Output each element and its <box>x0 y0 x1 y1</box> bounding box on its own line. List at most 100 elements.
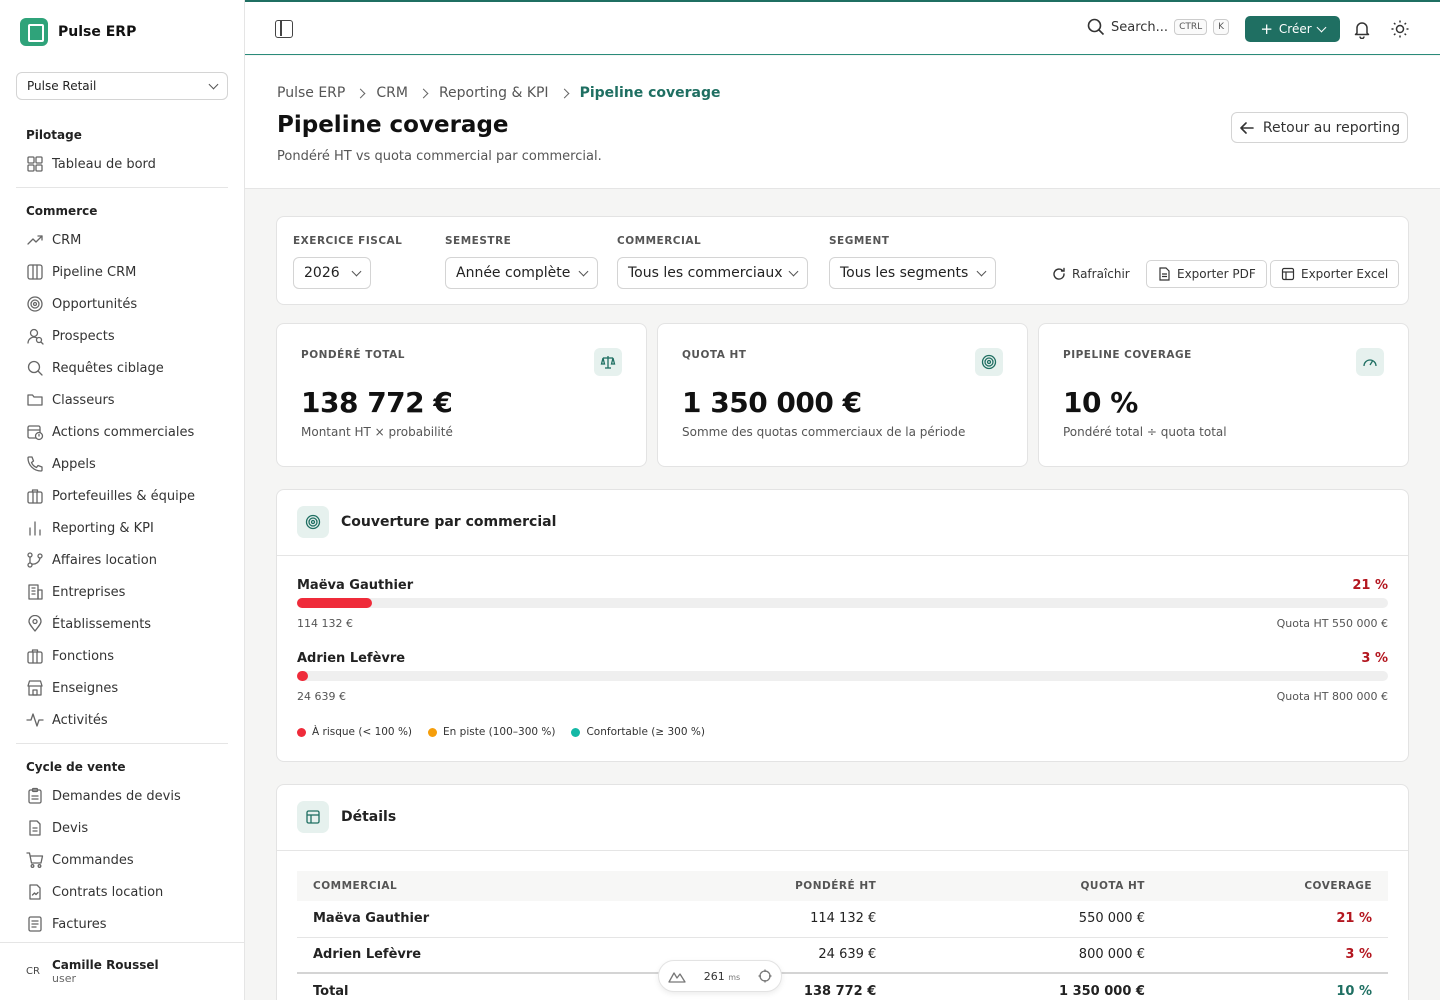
semester-label: SEMESTRE <box>445 235 512 247</box>
sidebar-item[interactable]: Demandes de devis <box>16 780 228 812</box>
sidebar-item[interactable]: Commandes <box>16 844 228 876</box>
sidebar-item[interactable]: Fonctions <box>16 640 228 672</box>
sidebar-item[interactable]: Pipeline CRM <box>16 256 228 288</box>
phone-icon <box>26 455 44 473</box>
progress-track <box>297 598 1388 608</box>
chevron-right-icon <box>355 88 366 98</box>
semester-value: Année complète <box>456 265 571 281</box>
sidebar-item-label: CRM <box>52 232 82 248</box>
sidebar-item[interactable]: Tableau de bord <box>16 148 228 180</box>
sidebar: Pulse ERP Pulse Retail Pilotage Tableau d… <box>0 0 245 1000</box>
cell-coverage: 21 % <box>1160 901 1388 938</box>
legend-dot <box>571 727 581 737</box>
legend-item: Confortable (≥ 300 %) <box>571 726 705 738</box>
target-icon <box>26 295 44 313</box>
back-to-reporting-button[interactable]: Retour au reporting <box>1231 112 1408 143</box>
theme-sun-icon[interactable] <box>1390 19 1410 39</box>
table-row[interactable]: Maëva Gauthier 114 132 € 550 000 € 21 % <box>297 901 1388 938</box>
sidebar-item[interactable]: Activités <box>16 704 228 736</box>
rep-coverage-percent: 21 % <box>1352 578 1388 593</box>
kpi-label: PIPELINE COVERAGE <box>1063 349 1192 361</box>
export-pdf-button[interactable]: Exporter PDF <box>1146 260 1267 288</box>
sidebar-item[interactable]: Affaires location <box>16 544 228 576</box>
sales-rep-label: COMMERCIAL <box>617 235 702 247</box>
refresh-button[interactable]: Rafraîchir <box>1042 260 1140 288</box>
legend-dot <box>297 727 306 737</box>
sidebar-item-label: Prospects <box>52 328 115 344</box>
folder-icon <box>26 391 44 409</box>
chevron-down-icon <box>976 266 987 276</box>
sidebar-item[interactable]: Devis <box>16 812 228 844</box>
breadcrumb-current: Pipeline coverage <box>579 85 721 101</box>
sidebar-item[interactable]: Reporting & KPI <box>16 512 228 544</box>
sidebar-item[interactable]: Entreprises <box>16 576 228 608</box>
bell-icon[interactable] <box>1352 19 1372 39</box>
cell-weighted: 114 132 € <box>634 901 893 938</box>
sidebar-item[interactable]: Établissements <box>16 608 228 640</box>
column-header[interactable]: QUOTA HT <box>892 871 1161 901</box>
breadcrumb-item[interactable]: Pulse ERP <box>277 85 345 101</box>
sidebar-item[interactable]: Requêtes ciblage <box>16 352 228 384</box>
chevron-down-icon <box>351 266 362 276</box>
user-profile[interactable]: CR Camille Roussel user <box>0 942 244 1000</box>
kpi-description: Somme des quotas commerciaux de la pério… <box>682 425 966 439</box>
table-row[interactable]: Adrien Lefèvre 24 639 € 800 000 € 3 % <box>297 937 1388 974</box>
legend-label: En piste (100–300 %) <box>443 726 556 738</box>
company-select[interactable]: Pulse Retail <box>16 72 228 100</box>
rep-coverage-percent: 3 % <box>1361 651 1388 666</box>
semester-select[interactable]: Année complète <box>445 257 598 289</box>
column-header[interactable]: PONDÉRÉ HT <box>634 871 893 901</box>
dashboard-icon <box>26 155 44 173</box>
map-pin-icon <box>26 614 44 633</box>
sidebar-item[interactable]: Portefeuilles & équipe <box>16 480 228 512</box>
sidebar-item[interactable]: Classeurs <box>16 384 228 416</box>
nav-divider <box>16 743 228 744</box>
breadcrumb-item[interactable]: Reporting & KPI <box>439 85 549 101</box>
briefcase-icon <box>26 487 44 505</box>
column-header[interactable]: COMMERCIAL <box>297 871 635 901</box>
filters-card: EXERCICE FISCAL 2026 SEMESTRE Année comp… <box>276 216 1409 305</box>
sidebar-item[interactable]: Opportunités <box>16 288 228 320</box>
sidebar-item-label: Affaires location <box>52 552 157 568</box>
bar-chart-icon <box>26 519 44 537</box>
perf-timing: 261 ms <box>704 970 740 983</box>
fiscal-year-select[interactable]: 2026 <box>293 257 371 289</box>
section-title: Détails <box>341 809 397 825</box>
table-icon <box>297 801 329 833</box>
perf-widget[interactable]: 261 ms <box>658 960 782 992</box>
activity-icon <box>26 711 44 729</box>
sidebar-item[interactable]: Appels <box>16 448 228 480</box>
sidebar-item[interactable]: Actions commerciales <box>16 416 228 448</box>
nav-section-title: Pilotage <box>26 128 82 142</box>
search-button[interactable]: Search... CTRL K <box>1087 18 1230 36</box>
crosshair-icon[interactable] <box>758 969 772 983</box>
segment-select[interactable]: Tous les segments <box>829 257 996 289</box>
page-subtitle: Pondéré HT vs quota commercial par comme… <box>277 149 602 164</box>
git-branch-icon <box>26 551 44 569</box>
brand-name: Pulse ERP <box>58 24 137 40</box>
breadcrumb-item[interactable]: CRM <box>376 85 408 101</box>
export-pdf-label: Exporter PDF <box>1177 267 1256 281</box>
brand[interactable]: Pulse ERP <box>20 18 136 46</box>
column-header[interactable]: COVERAGE <box>1160 871 1388 901</box>
sidebar-item[interactable]: Factures <box>16 908 228 940</box>
coverage-legend: À risque (< 100 %) En piste (100–300 %) … <box>297 726 705 738</box>
store-icon <box>26 679 44 697</box>
sidebar-item[interactable]: Enseignes <box>16 672 228 704</box>
sidebar-item[interactable]: Prospects <box>16 320 228 352</box>
sidebar-item-label: Portefeuilles & équipe <box>52 488 195 504</box>
kpi-label: QUOTA HT <box>682 349 747 361</box>
perf-value: 261 <box>703 969 725 983</box>
create-button[interactable]: + Créer <box>1245 16 1340 42</box>
export-excel-button[interactable]: Exporter Excel <box>1270 260 1400 288</box>
search-icon <box>26 359 44 377</box>
sidebar-item[interactable]: CRM <box>16 224 228 256</box>
sidebar-nav: Pilotage Tableau de bord Commerce CRM Pipeli… <box>16 120 228 940</box>
progress-track <box>297 671 1388 681</box>
columns-icon <box>26 263 44 281</box>
sidebar-item[interactable]: Contrats location <box>16 876 228 908</box>
page-title: Pipeline coverage <box>277 112 509 138</box>
sidebar-toggle-icon[interactable] <box>275 20 293 38</box>
section-header: Détails <box>277 785 1408 851</box>
sales-rep-select[interactable]: Tous les commerciaux <box>617 257 808 289</box>
